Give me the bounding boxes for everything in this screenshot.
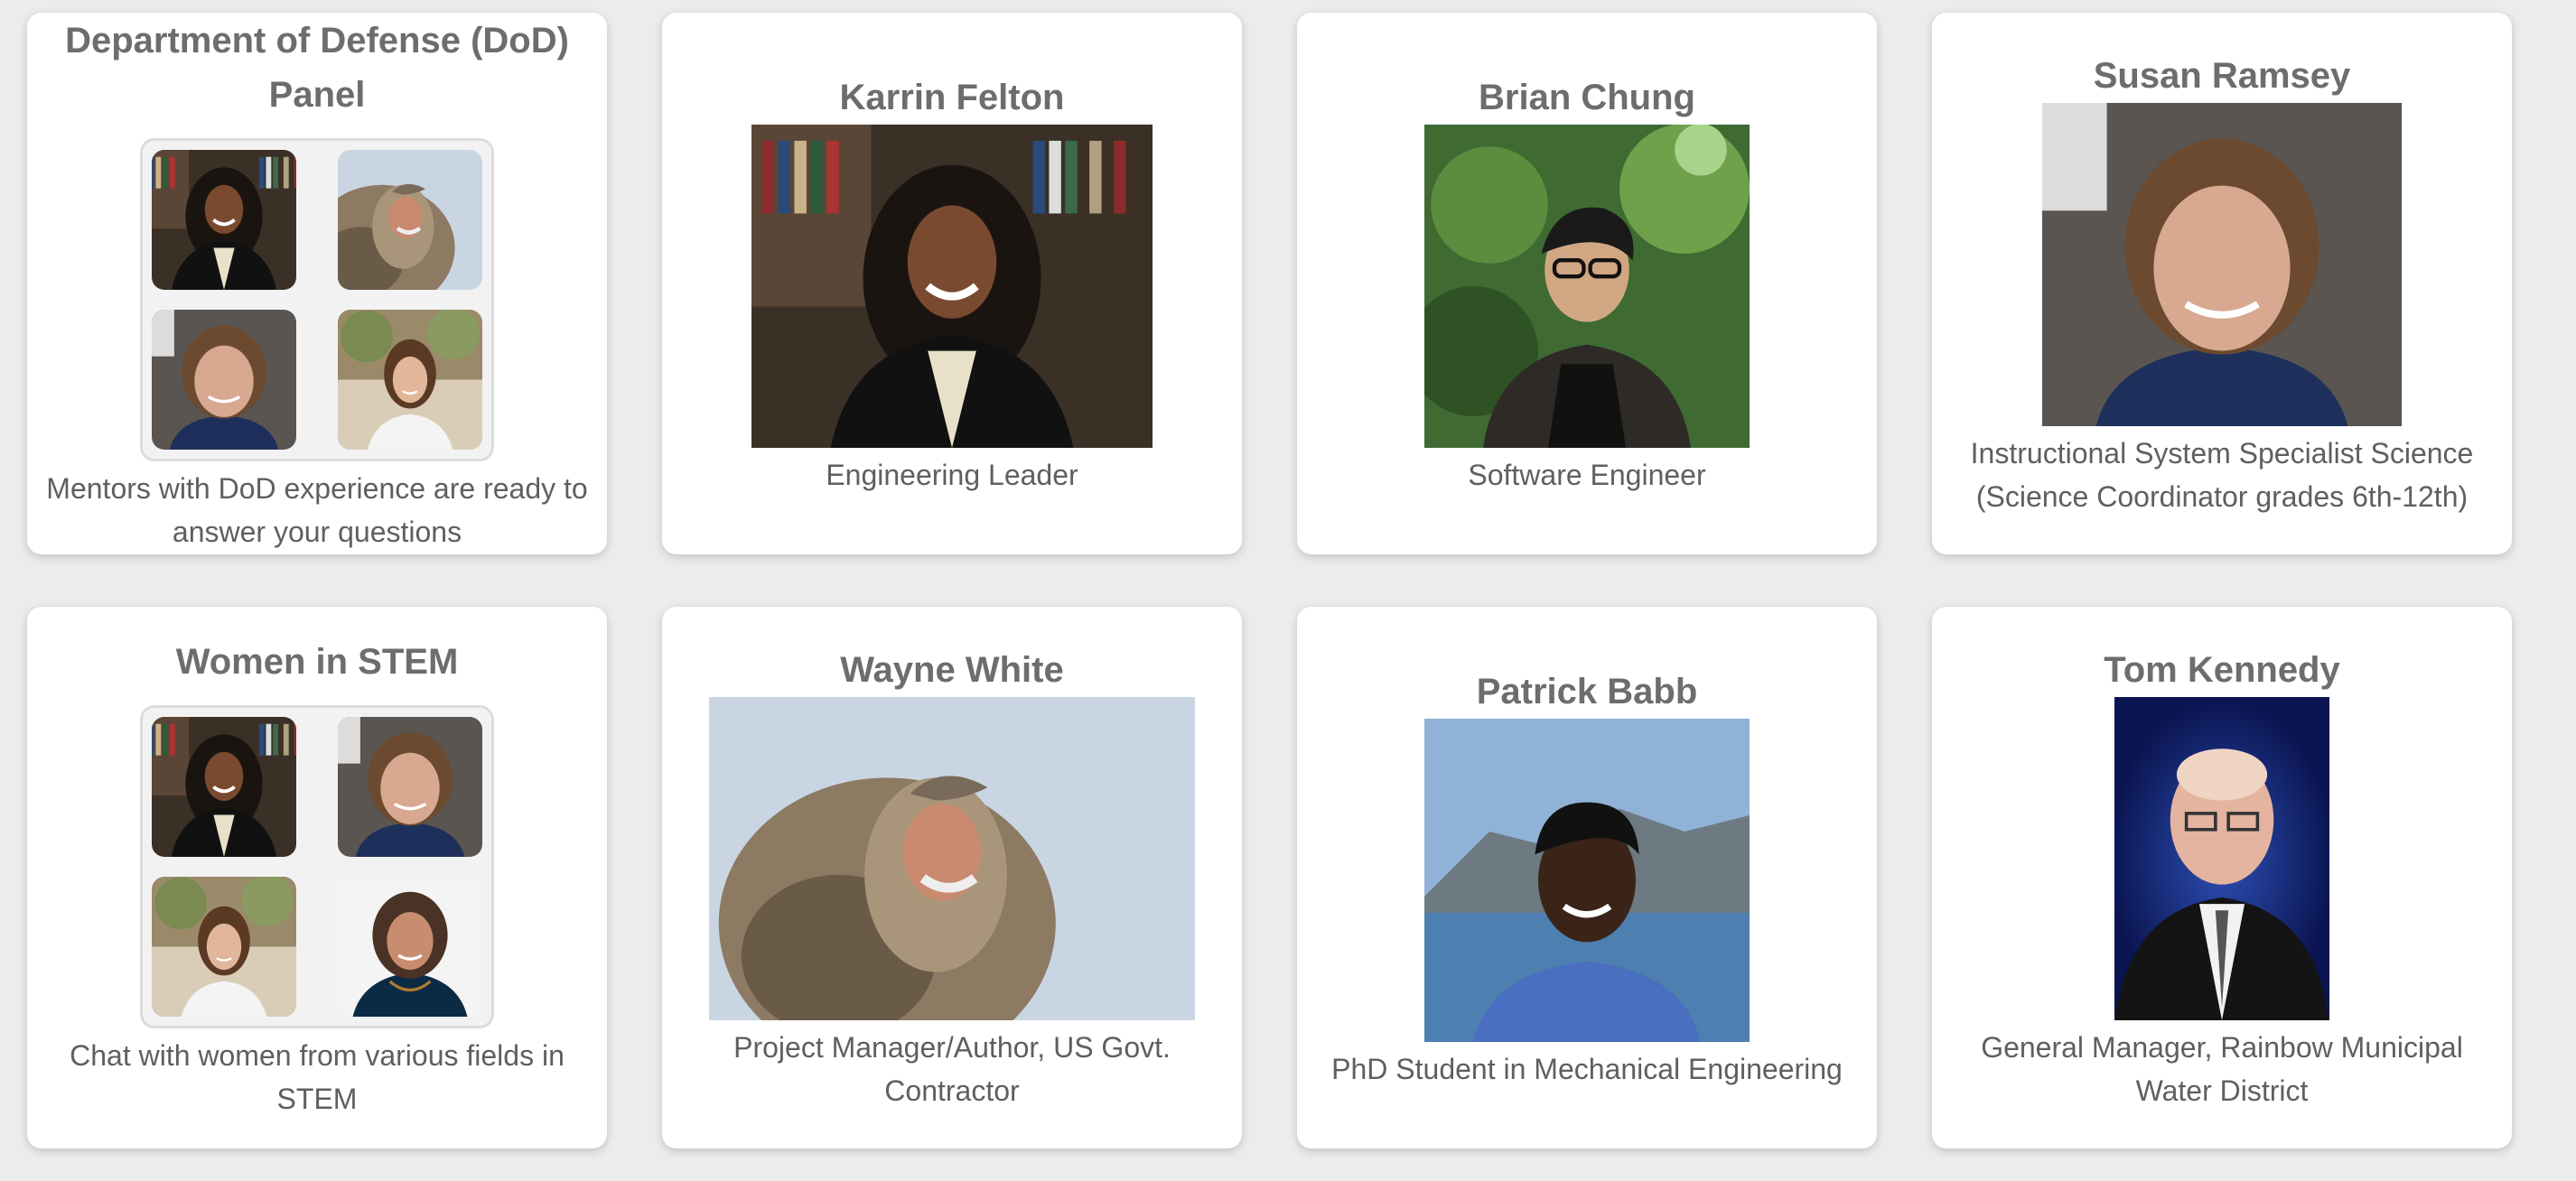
mentor-role: Instructional System Specialist Science …	[1970, 437, 2474, 513]
mentor-thumbnail	[152, 877, 296, 1017]
mentor-card-patrick-babb[interactable]: Patrick Babb PhD Student in Mechanical E…	[1297, 607, 1877, 1148]
mentor-role: Software Engineer	[1468, 459, 1706, 491]
mentor-photo	[1424, 125, 1750, 448]
mentor-photo	[2114, 697, 2329, 1020]
panel-card-women-in-stem[interactable]: Women in STEM Chat with women from vario…	[27, 607, 607, 1148]
mentor-name: Patrick Babb	[1476, 672, 1698, 711]
mentor-thumbnail	[338, 877, 482, 1017]
mentor-thumbnail	[338, 150, 482, 290]
mentor-thumbnail	[152, 717, 296, 857]
panel-photo-grid	[140, 705, 494, 1028]
card-title: Department of Defense (DoD) Panel	[65, 21, 569, 115]
mentor-thumbnail	[338, 310, 482, 450]
card-title: Women in STEM	[175, 642, 459, 682]
mentor-name: Karrin Felton	[839, 78, 1065, 117]
mentor-name: Brian Chung	[1479, 78, 1695, 117]
mentor-card-wayne-white[interactable]: Wayne White Project Manager/Author, US G…	[662, 607, 1242, 1148]
card-description: Chat with women from various fields in S…	[70, 1039, 565, 1115]
mentor-card-karrin-felton[interactable]: Karrin Felton Engineering Leader	[662, 13, 1242, 554]
mentor-role: Engineering Leader	[826, 459, 1078, 491]
card-description: Mentors with DoD experience are ready to…	[46, 472, 588, 548]
mentor-card-tom-kennedy[interactable]: Tom Kennedy General Manager, Rainbow Mun…	[1932, 607, 2512, 1148]
panel-photo-grid	[140, 138, 494, 461]
mentor-name: Wayne White	[840, 650, 1064, 690]
mentor-photo	[751, 125, 1153, 448]
mentor-thumbnail	[152, 310, 296, 450]
mentor-card-brian-chung[interactable]: Brian Chung Software Engineer	[1297, 13, 1877, 554]
mentor-photo	[709, 697, 1195, 1020]
mentor-photo	[2042, 103, 2402, 426]
mentor-photo	[1424, 719, 1750, 1042]
mentor-thumbnail	[338, 717, 482, 857]
mentor-role: General Manager, Rainbow Municipal Water…	[1981, 1031, 2463, 1107]
mentor-thumbnail	[152, 150, 296, 290]
panel-card-dod[interactable]: Department of Defense (DoD) Panel Mentor…	[27, 13, 607, 554]
mentor-name: Tom Kennedy	[2104, 650, 2340, 690]
mentor-role: PhD Student in Mechanical Engineering	[1331, 1053, 1843, 1085]
mentor-card-susan-ramsey[interactable]: Susan Ramsey Instructional System Specia…	[1932, 13, 2512, 554]
mentor-name: Susan Ramsey	[2093, 56, 2351, 96]
mentor-role: Project Manager/Author, US Govt. Contrac…	[733, 1031, 1171, 1107]
